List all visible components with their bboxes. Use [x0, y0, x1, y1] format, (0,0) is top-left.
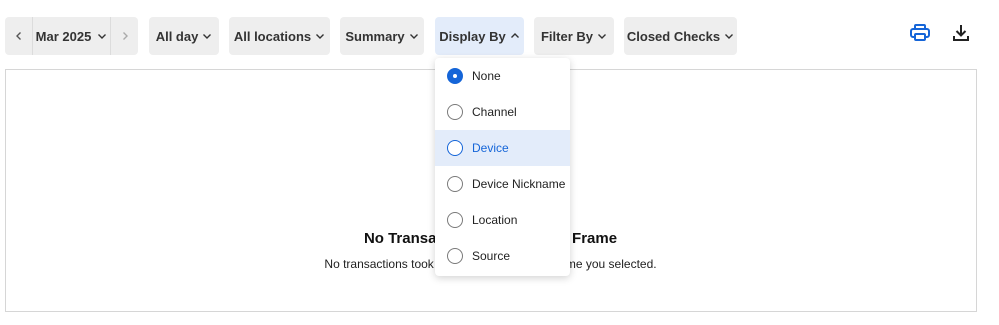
radio-unchecked-icon [447, 140, 463, 156]
chevron-down-icon [98, 34, 107, 39]
month-label: Mar 2025 [35, 28, 92, 44]
radio-unchecked-icon [447, 176, 463, 192]
download-button[interactable] [949, 22, 973, 44]
option-label: Location [472, 213, 518, 227]
checks-filter-label: Closed Checks [626, 28, 721, 44]
report-type-label: Summary [345, 28, 405, 44]
display-by-label: Display By [439, 28, 506, 44]
filter-by-label: Filter By [540, 28, 593, 44]
display-by-option-channel[interactable]: Channel [435, 94, 570, 130]
locations-filter-dropdown[interactable]: All locations [229, 17, 330, 55]
time-filter-label: All day [155, 28, 199, 44]
download-icon [953, 25, 969, 41]
filter-by-dropdown[interactable]: Filter By [534, 17, 614, 55]
prev-month-button[interactable] [5, 17, 32, 55]
chevron-down-icon [203, 34, 212, 39]
chevron-left-icon [15, 32, 21, 40]
radio-unchecked-icon [447, 248, 463, 264]
display-by-option-device-nickname[interactable]: Device Nickname [435, 166, 570, 202]
option-label: Device [472, 141, 509, 155]
print-button[interactable] [908, 22, 932, 44]
time-filter-dropdown[interactable]: All day [149, 17, 219, 55]
month-selector[interactable]: Mar 2025 [33, 17, 110, 55]
option-label: Source [472, 249, 511, 263]
display-by-dropdown[interactable]: Display By [435, 17, 524, 55]
option-label: Channel [472, 105, 517, 119]
radio-checked-icon [447, 68, 463, 84]
locations-filter-label: All locations [233, 28, 312, 44]
date-navigator: Mar 2025 [5, 17, 138, 55]
chevron-down-icon [598, 34, 606, 39]
option-label: Device Nickname [472, 177, 566, 191]
chevron-down-icon [316, 34, 325, 39]
display-by-option-location[interactable]: Location [435, 202, 570, 238]
chevron-down-icon [409, 34, 418, 39]
checks-filter-dropdown[interactable]: Closed Checks [624, 17, 737, 55]
radio-unchecked-icon [447, 104, 463, 120]
option-label: None [472, 69, 501, 83]
next-month-button[interactable] [111, 17, 138, 55]
report-type-dropdown[interactable]: Summary [340, 17, 424, 55]
chevron-right-icon [122, 32, 128, 40]
display-by-option-none[interactable]: None [435, 58, 570, 94]
display-by-option-source[interactable]: Source [435, 238, 570, 274]
report-toolbar: Mar 2025 All day All locations Summary D… [0, 0, 999, 60]
radio-unchecked-icon [447, 212, 463, 228]
display-by-menu: None Channel Device Device Nickname Loca… [435, 58, 570, 276]
chevron-up-icon [510, 33, 519, 38]
display-by-option-device[interactable]: Device [435, 130, 570, 166]
printer-icon [910, 24, 930, 41]
chevron-down-icon [725, 34, 734, 39]
